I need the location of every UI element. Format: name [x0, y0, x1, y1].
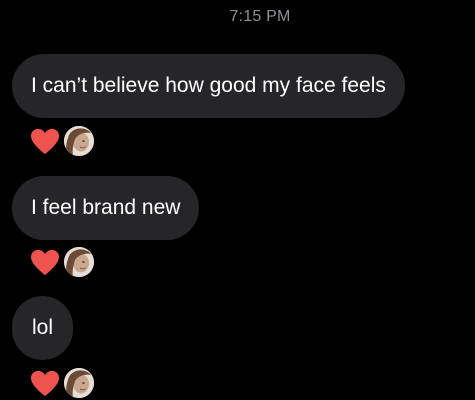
message-reactions[interactable] [30, 246, 100, 280]
message-bubble[interactable]: I can’t believe how good my face feels [12, 54, 405, 118]
message-text: lol [32, 316, 54, 339]
message-text: I can’t believe how good my face feels [31, 74, 386, 97]
avatar [64, 126, 94, 156]
avatar [64, 368, 94, 398]
message-timestamp: 7:15 PM [229, 8, 291, 25]
message-bubble[interactable]: lol [12, 296, 74, 360]
message-reactions[interactable] [30, 367, 100, 400]
chat-screen: 7:15 PM I can’t believe how good my face… [0, 0, 475, 400]
message-bubble[interactable]: I feel brand new [12, 176, 200, 240]
heart-icon [31, 249, 59, 276]
message-reactions[interactable] [30, 125, 100, 159]
heart-icon [31, 370, 59, 397]
message-text: I feel brand new [31, 196, 181, 219]
avatar [64, 247, 94, 277]
heart-icon [31, 128, 59, 155]
